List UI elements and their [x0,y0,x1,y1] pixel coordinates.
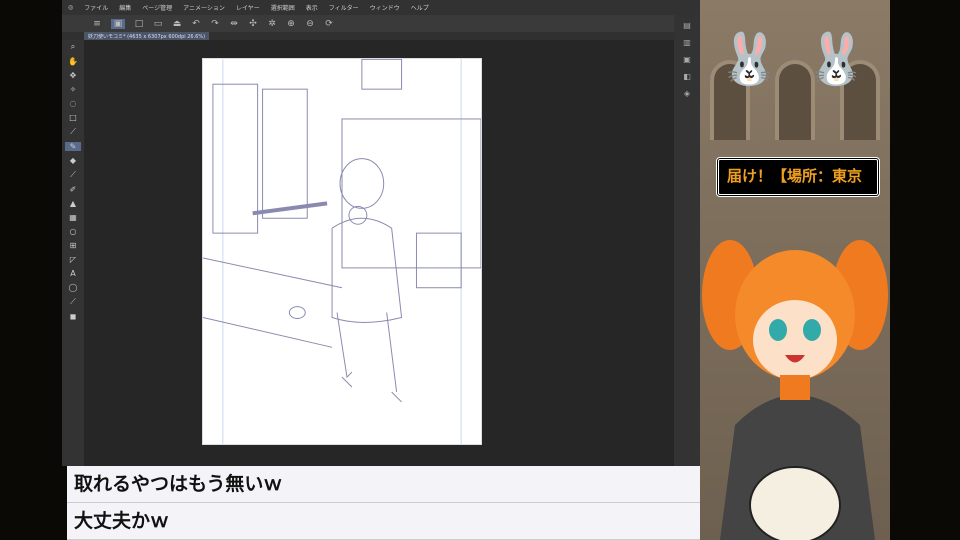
new-file-icon[interactable]: □ [134,19,144,29]
command-bar: ≡ ▣ □ ▭ ⏏ ↶ ↷ ⇹ ✣ ✲ ⊕ ⊖ ⟳ [62,15,700,32]
line-art-drawing [203,59,481,444]
sketch-canvas[interactable] [202,58,482,445]
pen-tool-icon[interactable]: ✎ [65,142,81,151]
panel-icon-2[interactable]: ▥ [683,38,691,47]
right-dock: ▤ ▥ ▣ ◧ ◈ [674,15,700,466]
bunny-sprite-icon: 🐰 [718,30,781,88]
panel-icon-3[interactable]: ▣ [683,55,691,64]
chat-overlay: 取れるやつはもう無いｗ 大丈夫かｗ [67,466,707,540]
frame-tool-icon[interactable]: ⊞ [70,241,77,250]
bunny-sprite-icon: 🐰 [805,30,868,88]
settings-icon[interactable]: ✲ [267,19,277,29]
menu-window[interactable]: ウィンドウ [370,3,400,12]
mode-icon[interactable]: ▣ [111,18,125,29]
eraser-tool-icon[interactable]: ◆ [70,156,76,165]
clip-studio-window: ◎ ファイル 編集 ページ管理 アニメーション レイヤー 選択範囲 表示 フィル… [62,0,700,466]
balloon-tool-icon[interactable]: ◯ [69,283,78,292]
redo-icon[interactable]: ↷ [210,19,220,29]
line-tool-icon[interactable]: ⟋ [70,297,76,307]
tab-bar: 妖刀使いモコミ* (4635 x 6307px 600dpi 26.6%) [62,32,700,40]
menu-filter[interactable]: フィルター [329,3,359,12]
flip-icon[interactable]: ⇹ [229,19,239,29]
gradient-tool-icon[interactable]: ▦ [69,213,77,222]
menu-file[interactable]: ファイル [84,3,108,12]
panel-icon-5[interactable]: ◈ [684,89,690,98]
color-swatch-icon[interactable]: ◼ [70,312,77,321]
canvas-area[interactable] [84,40,674,466]
text-tool-icon[interactable]: A [70,269,75,278]
panel-icon-1[interactable]: ▤ [683,21,691,30]
shape-tool-icon[interactable]: ○ [70,227,77,236]
lasso-tool-icon[interactable]: ◌ [70,99,77,108]
move-tool-icon[interactable]: ✥ [70,71,77,80]
menu-help[interactable]: ヘルプ [411,3,429,12]
menu-animation[interactable]: アニメーション [183,3,225,12]
marquee-tool-icon[interactable]: □ [69,113,77,122]
ruler-tool-icon[interactable]: ◸ [70,255,76,264]
chat-message: 取れるやつはもう無いｗ [67,466,707,503]
pixel-avatar [702,240,888,540]
pencil-tool-icon[interactable]: ⟋ [70,170,76,180]
zoom-out-icon[interactable]: ⊖ [305,19,315,29]
zoom-tool-icon[interactable]: ⌕ [71,42,75,52]
banner-ticker: 届け！【場所：東京 [716,157,880,197]
open-folder-icon[interactable]: ▭ [153,19,163,29]
zoom-in-icon[interactable]: ⊕ [286,19,296,29]
undo-icon[interactable]: ↶ [191,19,201,29]
save-icon[interactable]: ⏏ [172,19,182,29]
menu-view[interactable]: 表示 [306,3,318,12]
hand-tool-icon[interactable]: ✋ [68,57,78,66]
rotate-icon[interactable]: ⟳ [324,19,334,29]
transform-icon[interactable]: ✣ [248,19,258,29]
menu-edit[interactable]: 編集 [119,3,131,12]
wand-tool-icon[interactable]: ✧ [70,85,77,94]
panel-icon-4[interactable]: ◧ [683,72,691,81]
menu-bar: ◎ ファイル 編集 ページ管理 アニメーション レイヤー 選択範囲 表示 フィル… [62,0,700,15]
eyedropper-tool-icon[interactable]: ⟋ [70,127,76,137]
menu-page[interactable]: ページ管理 [142,3,172,12]
fill-tool-icon[interactable]: ▲ [70,199,76,208]
menu-layer[interactable]: レイヤー [236,3,260,12]
chat-message: 大丈夫かｗ [67,503,707,540]
brush-tool-icon[interactable]: ✐ [70,185,77,194]
tool-palette: ⌕ ✋ ✥ ✧ ◌ □ ⟋ ✎ ◆ ⟋ ✐ ▲ ▦ ○ ⊞ ◸ A ◯ ⟋ ◼ [62,40,84,466]
menu-selection[interactable]: 選択範囲 [271,3,295,12]
hamburger-icon[interactable]: ≡ [92,19,102,29]
app-logo-icon: ◎ [68,4,74,11]
document-tab[interactable]: 妖刀使いモコミ* (4635 x 6307px 600dpi 26.6%) [84,32,210,40]
